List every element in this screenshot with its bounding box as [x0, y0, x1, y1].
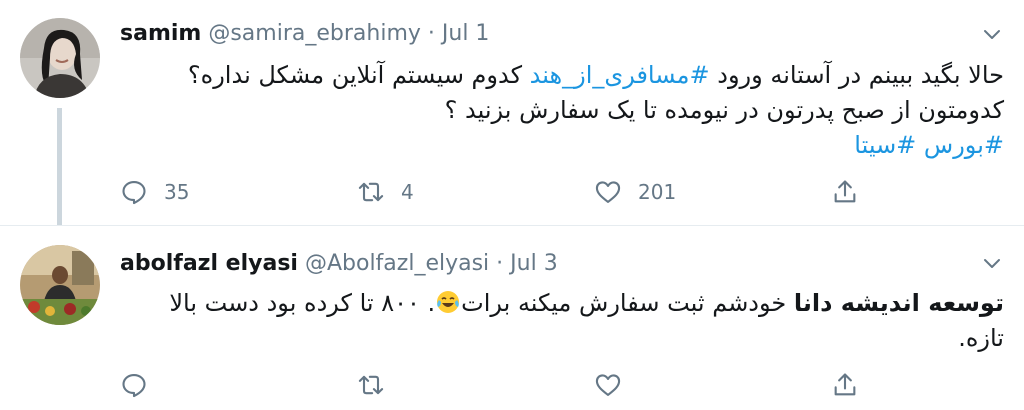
- text: خودشم ثبت سفارش میکنه برات: [461, 289, 794, 317]
- tweet[interactable]: samim @samira_ebrahimy · Jul 1 حالا بگید…: [0, 0, 1024, 225]
- tweet-header: samim @samira_ebrahimy · Jul 1: [120, 19, 489, 49]
- hashtag-link[interactable]: #بورس: [924, 131, 1004, 159]
- action-bar: [120, 369, 860, 401]
- share-icon: [834, 373, 856, 396]
- share-icon: [834, 180, 856, 203]
- retweet-icon: [358, 182, 384, 202]
- bold-text: توسعه اندیشه دانا: [793, 289, 1004, 317]
- reply-button[interactable]: 35: [120, 176, 189, 208]
- display-name[interactable]: abolfazl elyasi: [120, 251, 298, 276]
- handle[interactable]: @samira_ebrahimy: [208, 21, 421, 46]
- timestamp[interactable]: Jul 1: [442, 21, 490, 46]
- reply-count: 35: [164, 180, 190, 204]
- reply-icon: [122, 374, 146, 398]
- display-name[interactable]: samim: [120, 21, 201, 46]
- tweet-line: حالا بگید ببینم در آستانه ورود #مسافری_ا…: [120, 58, 1004, 93]
- handle[interactable]: @Abolfazl_elyasi: [305, 251, 489, 276]
- tweet-text: توسعه اندیشه دانا خودشم ثبت سفارش میکنه …: [120, 286, 1004, 356]
- like-icon: [595, 374, 621, 396]
- retweet-button[interactable]: 4: [357, 176, 414, 208]
- avatar[interactable]: [20, 18, 100, 98]
- action-bar: 35 4 201: [120, 176, 860, 208]
- share-button[interactable]: [831, 176, 859, 208]
- hashtag-link[interactable]: #مسافری_از_هند: [530, 61, 710, 89]
- tears-of-joy-emoji: [435, 289, 461, 315]
- reply-button[interactable]: [120, 369, 148, 401]
- tweet-line: #بورس #سیتا: [120, 128, 1004, 163]
- chevron-down-icon[interactable]: [980, 251, 1004, 275]
- tweet-line: تازه.: [958, 324, 1004, 352]
- like-icon: [595, 181, 621, 203]
- hashtag-link[interactable]: #سیتا: [854, 131, 916, 159]
- retweet-button[interactable]: [357, 369, 385, 401]
- thread-line: [57, 108, 62, 225]
- avatar-photo: [20, 18, 100, 98]
- text: کدوم سیستم آنلاین مشکل نداره؟: [187, 61, 530, 89]
- text: حالا بگید ببینم در آستانه ورود: [709, 61, 1004, 89]
- separator: ·: [427, 21, 435, 46]
- tweet-header: abolfazl elyasi @Abolfazl_elyasi · Jul 3: [120, 249, 558, 279]
- reply-icon: [122, 181, 146, 205]
- tweet[interactable]: abolfazl elyasi @Abolfazl_elyasi · Jul 3…: [0, 225, 1024, 410]
- like-button[interactable]: 201: [594, 176, 676, 208]
- timestamp[interactable]: Jul 3: [510, 251, 558, 276]
- avatar-photo: [20, 245, 100, 325]
- tweet-line: کدومتون از صبح پدرتون در نیومده تا یک سف…: [444, 96, 1004, 124]
- retweet-count: 4: [401, 180, 414, 204]
- share-button[interactable]: [831, 369, 859, 401]
- like-button[interactable]: [594, 369, 622, 401]
- tweet-line: توسعه اندیشه دانا خودشم ثبت سفارش میکنه …: [120, 286, 1004, 321]
- like-count: 201: [638, 180, 677, 204]
- chevron-down-icon[interactable]: [980, 22, 1004, 46]
- tweet-text: حالا بگید ببینم در آستانه ورود #مسافری_ا…: [120, 58, 1004, 163]
- retweet-icon: [358, 375, 384, 395]
- separator: ·: [496, 251, 504, 276]
- avatar[interactable]: [20, 245, 100, 325]
- text: . ۸۰۰ تا کرده بود دست بالا: [169, 289, 436, 317]
